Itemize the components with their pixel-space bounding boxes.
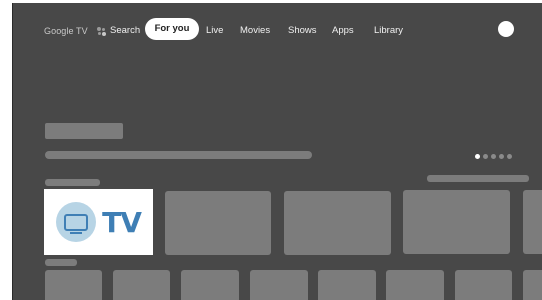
content-card[interactable] (165, 191, 271, 255)
content-tile[interactable] (523, 270, 542, 300)
hero-title-placeholder (45, 123, 123, 139)
content-tile[interactable] (318, 270, 376, 300)
carousel-dot[interactable] (499, 154, 504, 159)
tab-movies[interactable]: Movies (240, 21, 270, 41)
tv-logo-icon (56, 202, 97, 242)
tab-apps[interactable]: Apps (332, 21, 354, 41)
hero-subtitle-placeholder (45, 151, 312, 159)
nav-search[interactable]: Search (97, 21, 140, 41)
row-meta-placeholder (427, 175, 529, 182)
carousel-dot[interactable] (475, 154, 480, 159)
carousel-dot[interactable] (507, 154, 512, 159)
tab-shows[interactable]: Shows (288, 21, 317, 41)
nav-search-label: Search (110, 25, 141, 36)
tv-logo-text: TV (102, 205, 142, 239)
content-card[interactable] (284, 191, 391, 255)
row-title-placeholder (45, 179, 100, 186)
tab-for-you[interactable]: For you (145, 18, 199, 40)
profile-avatar[interactable] (498, 21, 514, 37)
row-title-placeholder (45, 259, 77, 266)
content-tile[interactable] (181, 270, 239, 300)
content-tile[interactable] (386, 270, 444, 300)
carousel-dot[interactable] (491, 154, 496, 159)
tab-live[interactable]: Live (206, 21, 223, 41)
voice-search-icon (97, 26, 106, 36)
tv-screen: Google TV Search For you Live Movies Sho… (13, 3, 542, 300)
tv-app-card[interactable]: TV (44, 189, 153, 255)
content-tile[interactable] (455, 270, 512, 300)
google-tv-brand: Google TV (44, 26, 88, 36)
tab-library[interactable]: Library (374, 21, 403, 41)
carousel-indicator[interactable] (475, 154, 512, 159)
content-card[interactable] (523, 190, 542, 254)
carousel-dot[interactable] (483, 154, 488, 159)
content-card[interactable] (403, 190, 510, 254)
content-tile[interactable] (45, 270, 102, 300)
content-tile[interactable] (113, 270, 170, 300)
content-tile[interactable] (250, 270, 308, 300)
